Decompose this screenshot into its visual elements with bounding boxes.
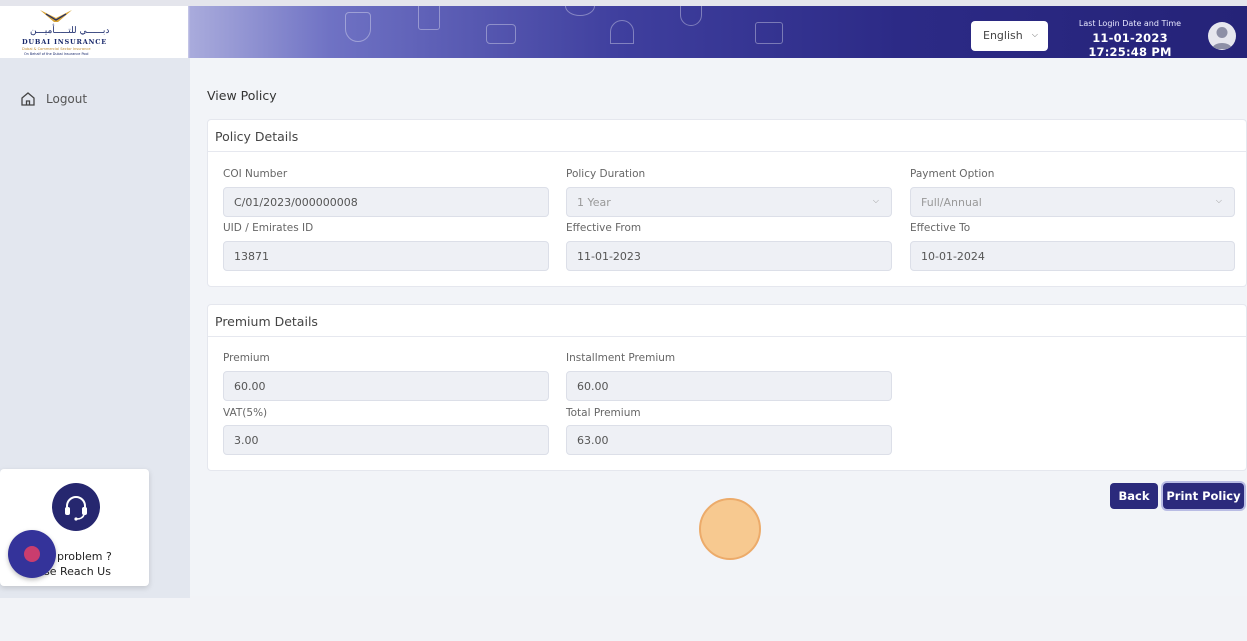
umbrella-icon [610, 20, 634, 44]
logo-tagline: Dubai & Commercial Sector Insurance [22, 47, 91, 51]
logo-english-text: DUBAI INSURANCE [22, 38, 108, 46]
last-login-label: Last Login Date and Time [1078, 19, 1182, 28]
premium-field[interactable]: 60.00 [223, 371, 549, 401]
page-footer-area [0, 598, 1247, 641]
shield-outline-icon [680, 6, 702, 26]
effective-to-label: Effective To [910, 222, 971, 234]
chevron-down-icon: ⌵ [872, 196, 879, 205]
policy-details-card: Policy Details COI Number C/01/2023/0000… [207, 119, 1247, 287]
installment-premium-label: Installment Premium [566, 352, 676, 364]
card-icon [486, 24, 516, 44]
chevron-down-icon: ⌵ [1215, 196, 1222, 205]
family-icon [755, 22, 783, 44]
logo[interactable]: دبــــــي للتـــــأميـــن DUBAI INSURANC… [0, 6, 188, 58]
installment-premium-field[interactable]: 60.00 [566, 371, 892, 401]
print-policy-button[interactable]: Print Policy [1163, 483, 1244, 509]
headset-icon [52, 483, 100, 531]
page-title: View Policy [207, 88, 277, 103]
payment-option-select[interactable]: Full/Annual ⌵ [910, 187, 1235, 217]
user-icon [1212, 27, 1232, 49]
policy-duration-value: 1 Year [577, 196, 611, 209]
effective-from-field[interactable]: 11-01-2023 [566, 241, 892, 271]
logout-link[interactable]: Logout [20, 91, 87, 107]
uid-label: UID / Emirates ID [223, 222, 314, 234]
premium-details-title: Premium Details [208, 305, 1246, 337]
premium-label: Premium [223, 352, 270, 364]
help-text-line2: se Reach Us [44, 565, 111, 578]
shield-icon [345, 12, 371, 42]
payment-option-label: Payment Option [910, 168, 995, 180]
coi-number-label: COI Number [223, 168, 288, 180]
click-indicator [699, 498, 761, 560]
total-premium-field[interactable]: 63.00 [566, 425, 892, 455]
total-premium-label: Total Premium [566, 407, 641, 419]
back-button[interactable]: Back [1110, 483, 1158, 509]
last-login-value: 11-01-2023 17:25:48 PM [1088, 31, 1172, 58]
policy-duration-label: Policy Duration [566, 168, 646, 180]
policy-duration-select[interactable]: 1 Year ⌵ [566, 187, 892, 217]
effective-from-label: Effective From [566, 222, 642, 234]
avatar[interactable] [1208, 22, 1236, 50]
home-icon [21, 92, 35, 106]
falcon-logo-icon [40, 10, 72, 22]
document-icon [418, 6, 440, 30]
language-value: English [983, 29, 1023, 42]
logo-subtagline: On Behalf of the Dubai Insurance Pool [24, 52, 89, 56]
chat-dot-icon [24, 546, 40, 562]
vat-field[interactable]: 3.00 [223, 425, 549, 455]
chat-button[interactable] [8, 530, 56, 578]
logo-arabic-text: دبــــــي للتـــــأميـــن [30, 26, 110, 36]
coi-number-field[interactable]: C/01/2023/000000008 [223, 187, 549, 217]
premium-details-card: Premium Details Premium 60.00 Installmen… [207, 304, 1247, 471]
headset-glyph [65, 496, 87, 521]
chevron-down-icon: ⌵ [1031, 30, 1038, 39]
effective-to-field[interactable]: 10-01-2024 [910, 241, 1235, 271]
header-bar: دبــــــي للتـــــأميـــن DUBAI INSURANC… [0, 6, 1247, 58]
payment-option-value: Full/Annual [921, 196, 982, 209]
policy-details-title: Policy Details [208, 120, 1246, 152]
uid-field[interactable]: 13871 [223, 241, 549, 271]
vat-label: VAT(5%) [223, 407, 268, 419]
language-select[interactable]: English ⌵ [971, 21, 1048, 51]
handshake-icon [565, 6, 595, 16]
logout-label: Logout [46, 92, 88, 106]
